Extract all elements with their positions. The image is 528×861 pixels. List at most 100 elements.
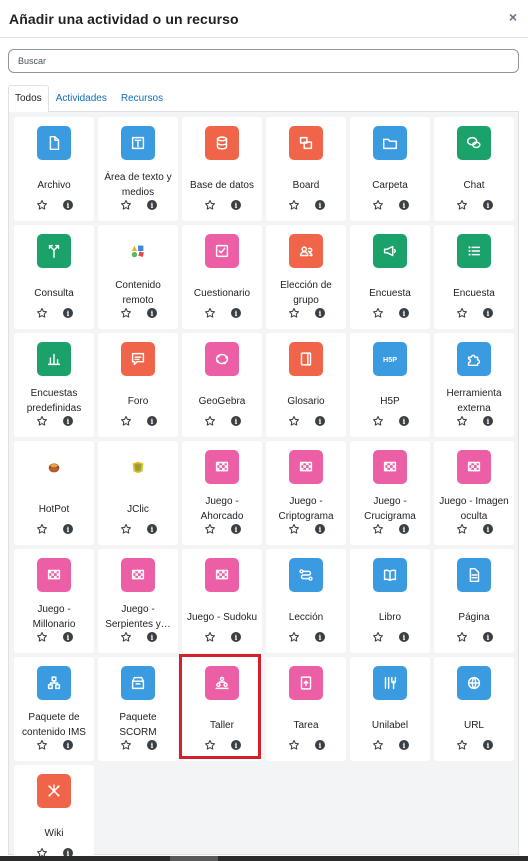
module-name[interactable]: Elección de grupo (268, 277, 344, 309)
module-tile[interactable]: Archivo i (14, 117, 94, 221)
wiki-icon[interactable] (37, 774, 71, 808)
h5p-icon[interactable]: H5P (373, 342, 407, 376)
game-icon[interactable] (457, 450, 491, 484)
tab-todos[interactable]: Todos (8, 85, 49, 113)
module-tile[interactable]: Cuestionario i (182, 225, 262, 329)
book-icon[interactable] (373, 558, 407, 592)
module-tile[interactable]: Paquete de contenido IMS i (14, 657, 94, 761)
module-tile[interactable]: Carpeta i (350, 117, 430, 221)
module-tile[interactable]: Juego - Serpientes y… i (98, 549, 178, 653)
module-name[interactable]: Consulta (16, 277, 92, 309)
module-name[interactable]: Carpeta (352, 169, 428, 201)
module-name[interactable]: Juego - Imagen oculta (436, 493, 512, 525)
star-icon[interactable] (372, 199, 384, 211)
info-icon[interactable]: i (231, 308, 241, 318)
info-icon[interactable]: i (63, 200, 73, 210)
info-icon[interactable]: i (399, 200, 409, 210)
info-icon[interactable]: i (483, 740, 493, 750)
star-icon[interactable] (288, 199, 300, 211)
module-tile[interactable]: H5P H5P i (350, 333, 430, 437)
info-icon[interactable]: i (63, 740, 73, 750)
module-tile[interactable]: Chat i (434, 117, 514, 221)
info-icon[interactable]: i (231, 416, 241, 426)
info-icon[interactable]: i (315, 416, 325, 426)
star-icon[interactable] (204, 631, 216, 643)
module-tile[interactable]: Unilabel i (350, 657, 430, 761)
module-name[interactable]: Herramienta externa (436, 385, 512, 417)
tab-actividades[interactable]: Actividades (49, 85, 114, 112)
search-input[interactable] (8, 49, 519, 73)
info-icon[interactable]: i (231, 740, 241, 750)
module-name[interactable]: Juego - Ahorcado (184, 493, 260, 525)
ims-package-icon[interactable] (37, 666, 71, 700)
module-name[interactable]: Contenido remoto (100, 277, 176, 309)
info-icon[interactable]: i (483, 632, 493, 642)
module-tile[interactable]: Taller i (182, 657, 262, 761)
info-icon[interactable]: i (483, 524, 493, 534)
module-tile[interactable]: Lección i (266, 549, 346, 653)
module-name[interactable]: Página (436, 601, 512, 633)
module-tile[interactable]: Foro i (98, 333, 178, 437)
module-tile[interactable]: Base de datos i (182, 117, 262, 221)
module-name[interactable]: Juego - Sudoku (184, 601, 260, 633)
info-icon[interactable]: i (147, 200, 157, 210)
choice-icon[interactable] (37, 234, 71, 268)
assignment-icon[interactable] (289, 666, 323, 700)
star-icon[interactable] (372, 415, 384, 427)
star-icon[interactable] (456, 307, 468, 319)
module-tile[interactable]: Juego - Criptograma i (266, 441, 346, 545)
module-name[interactable]: Taller (184, 709, 260, 741)
info-icon[interactable]: i (483, 200, 493, 210)
star-icon[interactable] (36, 739, 48, 751)
module-name[interactable]: Juego - Millonario (16, 601, 92, 633)
info-icon[interactable]: i (63, 524, 73, 534)
module-tile[interactable]: Elección de grupo i (266, 225, 346, 329)
game-icon[interactable] (373, 450, 407, 484)
folder-icon[interactable] (373, 126, 407, 160)
module-tile[interactable]: Juego - Ahorcado i (182, 441, 262, 545)
module-tile[interactable]: Juego - Millonario i (14, 549, 94, 653)
star-icon[interactable] (372, 631, 384, 643)
list-icon[interactable] (457, 234, 491, 268)
info-icon[interactable]: i (315, 740, 325, 750)
horizontal-scrollbar[interactable] (0, 856, 528, 861)
module-name[interactable]: GeoGebra (184, 385, 260, 417)
star-icon[interactable] (456, 631, 468, 643)
star-icon[interactable] (120, 523, 132, 535)
star-icon[interactable] (36, 415, 48, 427)
module-tile[interactable]: Encuestas predefinidas i (14, 333, 94, 437)
star-icon[interactable] (456, 523, 468, 535)
game-icon[interactable] (205, 558, 239, 592)
info-icon[interactable]: i (147, 416, 157, 426)
module-tile[interactable]: Herramienta externa i (434, 333, 514, 437)
star-icon[interactable] (288, 631, 300, 643)
database-icon[interactable] (205, 126, 239, 160)
info-icon[interactable]: i (231, 200, 241, 210)
module-name[interactable]: Cuestionario (184, 277, 260, 309)
info-icon[interactable]: i (315, 308, 325, 318)
module-name[interactable]: Área de texto y medios (100, 169, 176, 201)
module-tile[interactable]: HotPot i (14, 441, 94, 545)
puzzle-icon[interactable] (457, 342, 491, 376)
module-tile[interactable]: URL i (434, 657, 514, 761)
module-name[interactable]: Archivo (16, 169, 92, 201)
star-icon[interactable] (204, 307, 216, 319)
info-icon[interactable]: i (231, 632, 241, 642)
tab-recursos[interactable]: Recursos (114, 85, 170, 112)
info-icon[interactable]: i (63, 632, 73, 642)
star-icon[interactable] (204, 739, 216, 751)
module-name[interactable]: JClic (100, 493, 176, 525)
module-tile[interactable]: Glosario i (266, 333, 346, 437)
info-icon[interactable]: i (483, 308, 493, 318)
info-icon[interactable]: i (147, 740, 157, 750)
quiz-icon[interactable] (205, 234, 239, 268)
module-name[interactable]: Encuesta (436, 277, 512, 309)
chat-icon[interactable] (457, 126, 491, 160)
module-name[interactable]: Foro (100, 385, 176, 417)
module-name[interactable]: Juego - Criptograma (268, 493, 344, 525)
module-name[interactable]: Tarea (268, 709, 344, 741)
module-tile[interactable]: Área de texto y medios i (98, 117, 178, 221)
star-icon[interactable] (372, 523, 384, 535)
star-icon[interactable] (288, 307, 300, 319)
star-icon[interactable] (204, 199, 216, 211)
